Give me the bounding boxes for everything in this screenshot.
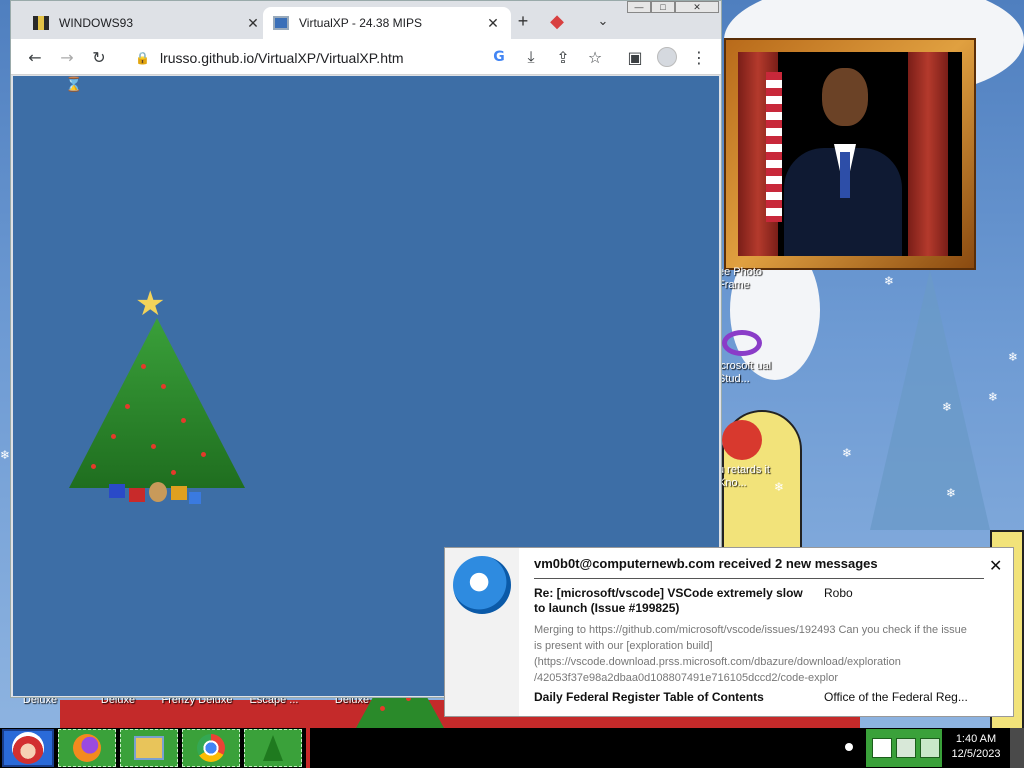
clock-date: 12/5/2023 [951, 748, 1001, 760]
back-icon[interactable]: ← [23, 45, 47, 69]
message-sender: Office of the Federal Reg... [824, 690, 968, 704]
avatar [657, 47, 677, 67]
santa-icon [12, 732, 44, 764]
desktop-icon-label: ee Photo Frame [718, 266, 763, 291]
star-icon: ★ [135, 284, 166, 324]
divider [534, 578, 984, 579]
share-icon[interactable]: ⇪ [551, 45, 575, 69]
teddy-bear-icon [149, 482, 167, 502]
firefox-icon [73, 734, 101, 762]
snowflake-icon: ❄ [884, 274, 895, 288]
close-icon[interactable]: ✕ [485, 15, 501, 32]
clock-time: 1:40 AM [955, 733, 997, 745]
taskbar-christmas-tree[interactable] [244, 729, 302, 767]
file-explorer-icon [134, 736, 164, 760]
taskbar: 1:40 AM 12/5/2023 [0, 728, 1024, 768]
system-tray [866, 729, 942, 767]
menu-icon[interactable]: ⋮ [687, 45, 711, 69]
flag-alert-icon[interactable] [872, 738, 892, 758]
gift-icon [189, 492, 201, 504]
status-dot-icon [845, 743, 853, 751]
tab-title: WINDOWS93 [59, 16, 134, 30]
chevron-down-icon[interactable]: ⌄ [591, 9, 615, 33]
taskbar-separator [306, 728, 310, 768]
taskbar-firefox[interactable] [58, 729, 116, 767]
tab-windows93[interactable]: WINDOWS93 ✕ [23, 7, 271, 39]
desktop-icon-visual-studio[interactable]: icrosoft ual Stud... [718, 330, 778, 386]
message-subject[interactable]: Re: [microsoft/vscode] VSCode extremely … [534, 586, 814, 616]
close-window-icon[interactable]: ✕ [675, 1, 719, 13]
desktop-icon-label: icrosoft ual Stud... [718, 360, 772, 385]
minimize-icon[interactable]: — [627, 1, 651, 13]
google-icon[interactable]: G [487, 45, 511, 69]
windows93-favicon [33, 16, 49, 30]
volume-icon[interactable] [920, 738, 940, 758]
snowflake-icon: ❄ [988, 390, 999, 404]
message-subject[interactable]: Daily Federal Register Table of Contents [534, 690, 764, 704]
gift-icon [109, 484, 125, 498]
christmas-tree-decoration: ★ [61, 284, 251, 524]
thunderbird-icon [453, 556, 511, 614]
christmas-tree-icon [263, 735, 283, 761]
restore-icon[interactable]: □ [651, 1, 675, 13]
tab-virtualxp[interactable]: VirtualXP - 24.38 MIPS ✕ [263, 7, 511, 39]
side-panel-icon[interactable]: ▣ [623, 45, 647, 69]
start-button[interactable] [2, 729, 54, 767]
gift-icon [171, 486, 187, 500]
close-icon[interactable]: ✕ [245, 15, 261, 32]
star-icon[interactable]: ☆ [583, 45, 607, 69]
snowflake-icon: ❄ [946, 486, 957, 500]
photo-frame-widget[interactable] [724, 38, 976, 270]
red-app-icon [722, 420, 762, 460]
taskbar-file-explorer[interactable] [120, 729, 178, 767]
url-text: lrusso.github.io/VirtualXP/VirtualXP.htm [159, 50, 404, 66]
desktop-icon-photo-frame[interactable]: ee Photo Frame [718, 266, 778, 292]
install-icon[interactable]: ⤓ [519, 45, 543, 69]
notification-title: vm0b0t@computernewb.com received 2 new m… [534, 556, 878, 571]
desktop-icon-misc[interactable]: u retards it Kno... [718, 420, 778, 490]
forward-icon[interactable]: → [55, 45, 79, 69]
tab-title: VirtualXP - 24.38 MIPS [299, 16, 422, 30]
clock[interactable]: 1:40 AM 12/5/2023 [944, 732, 1008, 762]
pine-tree [870, 270, 990, 530]
close-icon[interactable]: ✕ [989, 556, 1002, 576]
network-icon[interactable] [896, 738, 916, 758]
thunderbird-notification[interactable]: vm0b0t@computernewb.com received 2 new m… [444, 547, 1014, 717]
browser-toolbar: ← → ↻ 🔒 lrusso.github.io/VirtualXP/Virtu… [11, 39, 721, 75]
reload-icon[interactable]: ↻ [87, 45, 111, 69]
snowflake-icon: ❄ [0, 448, 11, 462]
tab-strip: WINDOWS93 ✕ VirtualXP - 24.38 MIPS ✕ + ◆… [11, 1, 721, 39]
extension-icon[interactable]: ◆ [545, 9, 569, 33]
portrait-photo [738, 52, 962, 256]
message-sender: Robo [824, 586, 853, 600]
flag-graphic [766, 72, 782, 222]
monitor-favicon [273, 16, 289, 30]
snowflake-icon: ❄ [1008, 350, 1019, 364]
chrome-icon [197, 734, 225, 762]
lock-icon[interactable]: 🔒 [135, 51, 150, 65]
gift-icon [129, 488, 145, 502]
show-desktop-button[interactable] [1010, 728, 1024, 768]
snowflake-icon: ❄ [942, 400, 953, 414]
message-preview: Merging to https://github.com/microsoft/… [534, 624, 967, 684]
plus-icon[interactable]: + [511, 9, 535, 33]
busy-cursor-icon: ⌛ [65, 76, 83, 92]
profile-icon[interactable] [655, 45, 679, 69]
visual-studio-icon [722, 330, 762, 356]
snowflake-icon: ❄ [842, 446, 853, 460]
desktop-icon-label: u retards it Kno... [718, 464, 770, 489]
taskbar-chrome[interactable] [182, 729, 240, 767]
